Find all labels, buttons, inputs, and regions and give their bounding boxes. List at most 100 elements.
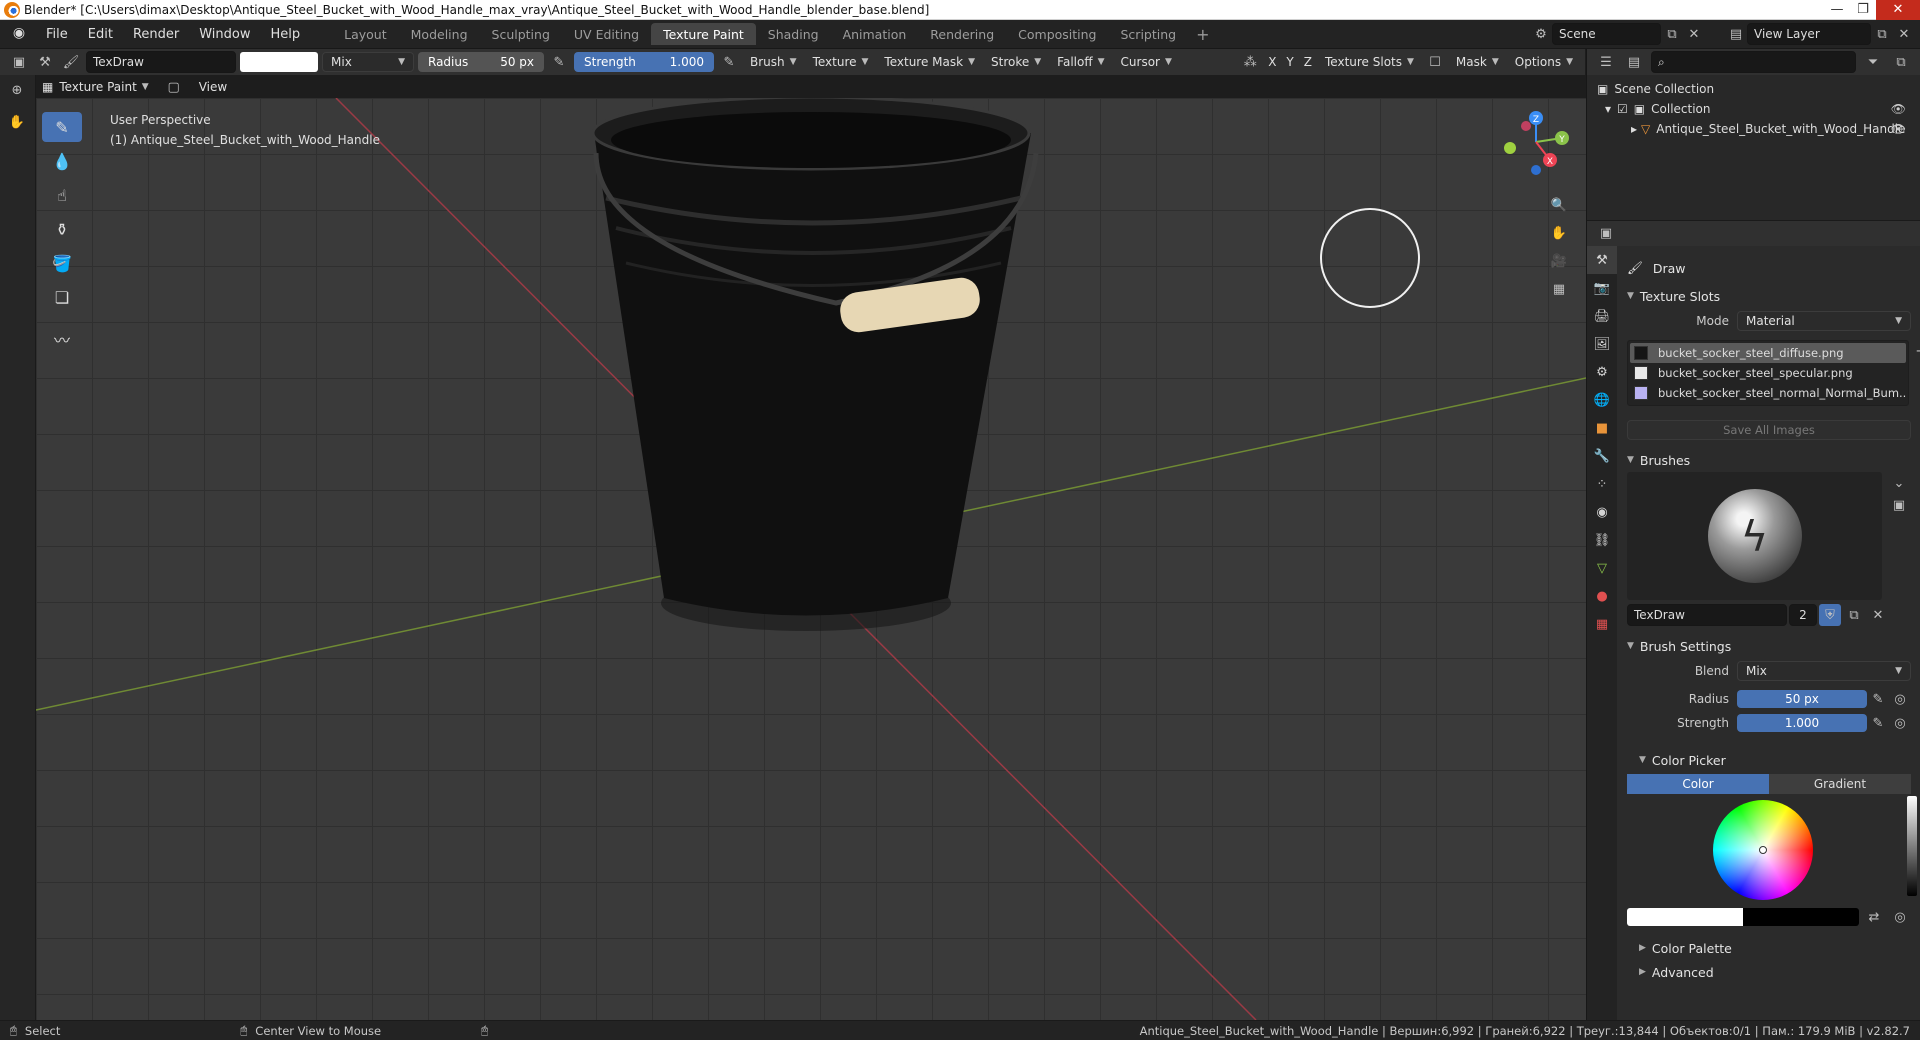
view-layer-tab-icon[interactable]: 🖼 — [1587, 330, 1617, 358]
new-scene-icon[interactable]: ⧉ — [1661, 23, 1683, 45]
color-wheel-cursor[interactable] — [1759, 846, 1767, 854]
texture-tab-icon[interactable]: ▦ — [1587, 610, 1617, 638]
cursor-menu[interactable]: Cursor ▼ — [1115, 52, 1178, 72]
delete-scene-icon[interactable]: ✕ — [1683, 23, 1705, 45]
menu-window[interactable]: Window — [189, 27, 260, 42]
draw-tool-icon[interactable]: ✎ — [42, 112, 82, 142]
texture-mask-menu[interactable]: Texture Mask ▼ — [878, 52, 981, 72]
brush-name-field[interactable]: TexDraw — [86, 51, 236, 73]
tab-rendering[interactable]: Rendering — [918, 23, 1006, 45]
tab-scripting[interactable]: Scripting — [1109, 23, 1189, 45]
strength-slider[interactable]: 1.000 — [1737, 714, 1867, 732]
expand-icon[interactable]: ▾ — [1605, 102, 1611, 116]
soften-tool-icon[interactable]: 💧 — [42, 146, 82, 176]
3d-viewport[interactable]: Z Y X User Perspective (1) Antique_Steel… — [36, 98, 1586, 1020]
outliner-editor-icon[interactable]: ☰ — [1595, 51, 1617, 73]
mask-checkbox[interactable]: ☐ — [1424, 51, 1446, 73]
strength-pressure-icon[interactable]: ✎ — [1867, 712, 1889, 734]
scene-tab-icon[interactable]: ⚙ — [1587, 358, 1617, 386]
swap-colors-icon[interactable]: ⇄ — [1863, 906, 1885, 928]
tab-uv-editing[interactable]: UV Editing — [562, 23, 651, 45]
filter-icon[interactable]: ⏷ — [1862, 51, 1884, 73]
falloff-menu[interactable]: Falloff ▼ — [1051, 52, 1110, 72]
particles-tab-icon[interactable]: ⁘ — [1587, 470, 1617, 498]
world-tab-icon[interactable]: 🌐 — [1587, 386, 1617, 414]
radius-slider[interactable]: Radius 50 px — [418, 52, 544, 72]
mask-tool-icon[interactable]: ❏ — [42, 282, 82, 312]
color-unified-icon[interactable]: ◎ — [1889, 906, 1911, 928]
eye-icon[interactable]: 👁 — [1891, 102, 1906, 116]
physics-tab-icon[interactable]: ◉ — [1587, 498, 1617, 526]
brush-color-swatch[interactable] — [240, 52, 318, 72]
tab-modeling[interactable]: Modeling — [399, 23, 480, 45]
outliner-row-object[interactable]: ▸ ▽ Antique_Steel_Bucket_with_Wood_Handle 👁 — [1587, 119, 1920, 139]
radius-unified-icon[interactable]: ◎ — [1889, 688, 1911, 710]
outliner-row-scene-collection[interactable]: ▣ Scene Collection — [1587, 79, 1920, 99]
tab-shading[interactable]: Shading — [756, 23, 831, 45]
maximize-button[interactable]: ❐ — [1850, 0, 1876, 20]
fill-tool-icon[interactable]: 🪣 — [42, 248, 82, 278]
view-menu-icon[interactable]: ⊕ — [6, 79, 28, 101]
paint-mask-icon[interactable]: ▢ — [163, 76, 185, 98]
mirror-y-toggle[interactable]: Y — [1283, 52, 1296, 72]
tab-color[interactable]: Color — [1627, 774, 1769, 794]
brush-image-icon[interactable]: ▣ — [1888, 494, 1910, 516]
render-tab-icon[interactable]: 📷 — [1587, 274, 1617, 302]
zoom-icon[interactable]: 🔍 — [1548, 194, 1570, 216]
brush-menu[interactable]: Brush ▼ — [744, 52, 803, 72]
duplicate-brush-icon[interactable]: ⧉ — [1843, 604, 1865, 626]
brushes-panel-header[interactable]: ▼ Brushes — [1627, 448, 1911, 472]
camera-icon[interactable]: 🎥 — [1548, 250, 1570, 272]
strength-slider[interactable]: Strength 1.000 — [574, 52, 714, 72]
output-tab-icon[interactable]: 🖨 — [1587, 302, 1617, 330]
radius-pressure-icon[interactable]: ✎ — [548, 51, 570, 73]
clone-tool-icon[interactable]: ⚱ — [42, 214, 82, 244]
blend-dropdown[interactable]: Mix ▼ — [1737, 661, 1911, 681]
brush-preview[interactable]: ϟ — [1627, 472, 1882, 600]
tool-dropdown-icon[interactable]: ⚒ — [34, 51, 56, 73]
outliner-search-input[interactable]: ⌕ — [1651, 51, 1856, 73]
advanced-panel-header[interactable]: ▶ Advanced — [1627, 960, 1911, 984]
close-button[interactable]: ✕ — [1876, 0, 1920, 20]
tab-layout[interactable]: Layout — [332, 23, 399, 45]
outliner-row-collection[interactable]: ▾ ☑ ▣ Collection 👁 — [1587, 99, 1920, 119]
tab-texture-paint[interactable]: Texture Paint — [651, 23, 756, 45]
strength-pressure-icon[interactable]: ✎ — [718, 51, 740, 73]
menu-file[interactable]: File — [36, 27, 78, 42]
chevron-down-icon[interactable]: ⌄ — [1888, 472, 1910, 494]
scene-field[interactable]: Scene — [1552, 23, 1661, 45]
fake-user-shield-icon[interactable]: ⛨ — [1819, 604, 1841, 626]
view-layer-icon[interactable]: ▤ — [1725, 23, 1747, 45]
tab-compositing[interactable]: Compositing — [1006, 23, 1108, 45]
editor-type-icon[interactable]: ▣ — [8, 51, 30, 73]
add-workspace-button[interactable]: + — [1188, 23, 1217, 45]
list-item[interactable]: bucket_socker_steel_diffuse.png — [1630, 343, 1907, 363]
display-mode-icon[interactable]: ▤ — [1623, 51, 1645, 73]
color-palette-panel-header[interactable]: ▶ Color Palette — [1627, 936, 1911, 960]
checkbox-icon[interactable]: ☑ — [1617, 102, 1628, 116]
smear-tool-icon[interactable]: ☝ — [42, 180, 82, 210]
data-tab-icon[interactable]: ▽ — [1587, 554, 1617, 582]
tab-gradient[interactable]: Gradient — [1769, 774, 1911, 794]
scene-icon[interactable]: ⚙ — [1530, 23, 1552, 45]
menu-help[interactable]: Help — [261, 27, 311, 42]
expand-icon[interactable]: ▸ — [1631, 122, 1637, 136]
primary-secondary-color-swatch[interactable] — [1627, 908, 1859, 926]
tab-animation[interactable]: Animation — [831, 23, 919, 45]
delete-view-layer-icon[interactable]: ✕ — [1893, 23, 1915, 45]
unlink-brush-icon[interactable]: ✕ — [1867, 604, 1889, 626]
radius-pressure-icon[interactable]: ✎ — [1867, 688, 1889, 710]
gizmo-neg-x-ball[interactable] — [1521, 121, 1531, 131]
hand-icon[interactable]: ✋ — [6, 111, 28, 133]
list-item[interactable]: bucket_socker_steel_normal_Normal_Bum.. — [1630, 383, 1906, 403]
minimize-button[interactable]: — — [1824, 0, 1850, 20]
texture-mode-dropdown[interactable]: Material ▼ — [1737, 311, 1911, 331]
tab-sculpting[interactable]: Sculpting — [480, 23, 562, 45]
gizmo-neg-y-ball[interactable] — [1504, 142, 1516, 154]
save-all-images-button[interactable]: Save All Images — [1627, 420, 1911, 440]
color-picker-panel-header[interactable]: ▼ Color Picker — [1627, 748, 1911, 772]
stroke-menu[interactable]: Stroke ▼ — [985, 52, 1047, 72]
blender-menu-icon[interactable]: ◉ — [8, 25, 30, 43]
blend-mode-dropdown[interactable]: Mix ▼ — [322, 52, 414, 72]
view-layer-field[interactable]: View Layer — [1747, 23, 1871, 45]
